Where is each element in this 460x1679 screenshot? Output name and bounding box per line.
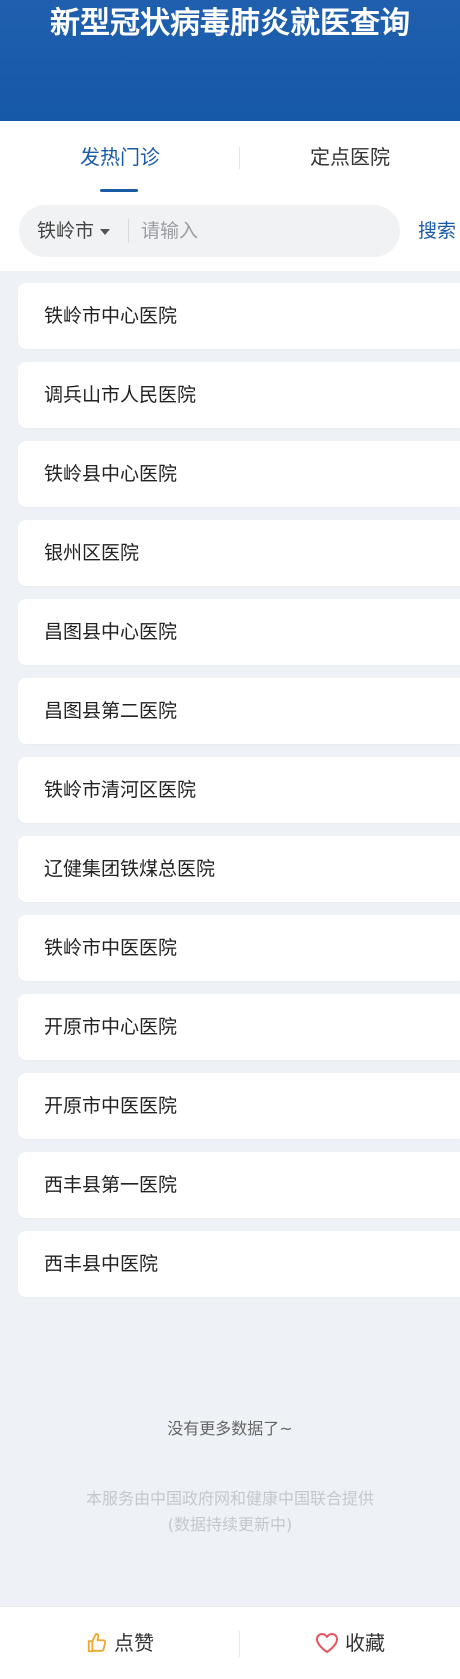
hospital-name: 铁岭市清河区医院: [44, 779, 197, 801]
tab-fever-clinic[interactable]: 发热门诊: [0, 121, 240, 193]
favorite-button[interactable]: 收藏: [240, 1607, 460, 1679]
tab-bar: 发热门诊 定点医院: [0, 121, 460, 193]
hospital-name: 开原市中心医院: [44, 1016, 178, 1038]
hospital-name: 西丰县第一医院: [44, 1174, 178, 1196]
hospital-name: 昌图县中心医院: [44, 621, 178, 643]
search-divider: [128, 219, 129, 243]
list-item[interactable]: 铁岭市中心医院: [18, 283, 460, 349]
list-item[interactable]: 西丰县第一医院: [18, 1152, 460, 1218]
active-tab-indicator: [100, 189, 138, 192]
list-item[interactable]: 西丰县中医院: [18, 1231, 460, 1297]
list-item[interactable]: 昌图县第二医院: [18, 678, 460, 744]
list-item[interactable]: 昌图县中心医院: [18, 599, 460, 665]
bottom-action-bar: 点赞 收藏: [0, 1606, 460, 1679]
search-input[interactable]: [141, 213, 386, 249]
city-select[interactable]: 铁岭市: [37, 205, 111, 257]
hospital-name: 昌图县第二医院: [44, 700, 178, 722]
data-update-note: (数据持续更新中): [167, 1515, 293, 1534]
list-item[interactable]: 银州区医院: [18, 520, 460, 586]
hospital-name: 铁岭市中医医院: [44, 937, 178, 959]
hospital-name: 铁岭县中心医院: [44, 463, 178, 485]
top-controls: 发热门诊 定点医院 铁岭市 搜索: [0, 121, 460, 271]
hospital-name: 调兵山市人民医院: [44, 384, 197, 406]
hospital-name: 辽健集团铁煤总医院: [44, 858, 216, 880]
hospital-name: 银州区医院: [44, 542, 140, 564]
thumbs-up-icon: [87, 1632, 107, 1652]
list-item[interactable]: 铁岭市中医医院: [18, 915, 460, 981]
hospital-name: 西丰县中医院: [44, 1253, 159, 1275]
search-box: 铁岭市: [19, 205, 400, 257]
list-item[interactable]: 开原市中医医院: [18, 1073, 460, 1139]
list-item[interactable]: 辽健集团铁煤总医院: [18, 836, 460, 902]
service-provider-line: 本服务由中国政府网和健康中国联合提供: [85, 1489, 374, 1508]
page-title: 新型冠状病毒肺炎就医查询: [50, 6, 410, 41]
list-item[interactable]: 调兵山市人民医院: [18, 362, 460, 428]
search-button[interactable]: 搜索: [418, 205, 456, 257]
hospital-name: 开原市中医医院: [44, 1095, 178, 1117]
list-item[interactable]: 铁岭市清河区医院: [18, 757, 460, 823]
service-provider-note: 本服务由中国政府网和健康中国联合提供 (数据持续更新中): [0, 1486, 460, 1538]
list-item[interactable]: 铁岭县中心医院: [18, 441, 460, 507]
like-label: 点赞: [114, 1631, 154, 1655]
caret-down-icon: [100, 228, 111, 235]
city-select-label: 铁岭市: [37, 220, 95, 242]
tab-designated-hospital[interactable]: 定点医院: [240, 121, 460, 193]
favorite-label: 收藏: [345, 1631, 385, 1655]
list-end-text: 没有更多数据了~: [167, 1419, 293, 1438]
hospital-name: 铁岭市中心医院: [44, 305, 178, 327]
heart-icon: [316, 1632, 338, 1653]
like-button[interactable]: 点赞: [0, 1607, 240, 1679]
header-banner: 新型冠状病毒肺炎就医查询: [0, 0, 460, 121]
list-item[interactable]: 开原市中心医院: [18, 994, 460, 1060]
